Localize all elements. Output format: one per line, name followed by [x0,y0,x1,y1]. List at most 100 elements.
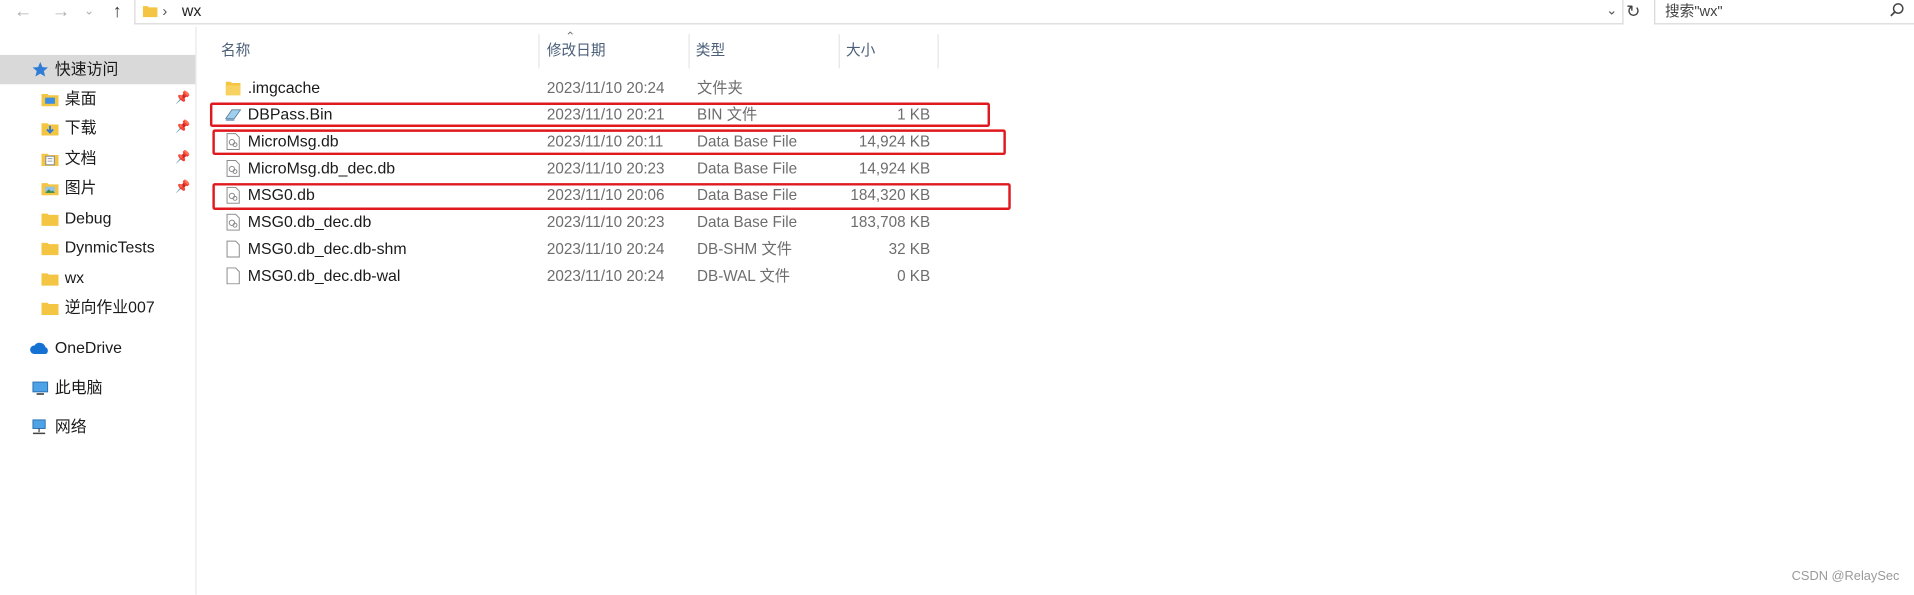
file-type: Data Base File [697,213,798,231]
file-date: 2023/11/10 20:23 [546,159,665,178]
sidebar-item-label: wx [64,268,85,287]
pictures-folder-icon [41,183,59,196]
network-icon [32,419,46,435]
sidebar-item-documents[interactable]: 文档 📌 [0,144,195,173]
file-row-imgcache[interactable]: .imgcache 2023/11/10 20:24 文件夹 [210,74,991,101]
sidebar-item-label: 文档 [64,148,97,168]
file-size: 14,924 KB [858,159,931,178]
desktop-folder-icon [41,93,59,107]
column-divider[interactable] [688,34,690,69]
file-name: MSG0.db_dec.db-wal [247,266,401,285]
sidebar-item-desktop[interactable]: 桌面 📌 [0,84,195,113]
file-date: 2023/11/10 20:06 [546,186,665,204]
documents-folder-icon [41,153,59,167]
sidebar-item-pictures[interactable]: 图片 📌 [0,173,195,202]
file-type: DB-SHM 文件 [697,240,792,258]
breadcrumb-wx[interactable]: wx [182,0,201,22]
file-row-dbpass-bin[interactable]: DBPass.Bin 2023/11/10 20:21 BIN 文件 1 KB [210,101,991,128]
file-size: 32 KB [888,240,931,258]
file-name: .imgcache [247,78,321,97]
watermark: CSDN @RelaySec [1791,568,1900,584]
file-date: 2023/11/10 20:21 [546,106,665,124]
pin-icon[interactable]: 📌 [175,114,190,143]
column-divider[interactable] [838,34,840,69]
file-name: MSG0.db_dec.db [247,212,372,231]
file-row-msg0-dec-db[interactable]: MSG0.db_dec.db 2023/11/10 20:23 Data Bas… [210,209,991,236]
column-header-row: ⌃ 名称 修改日期 类型 大小 [195,27,952,73]
chevron-down-icon[interactable]: ⌄ [1606,2,1617,19]
forward-button[interactable]: → [49,0,73,24]
folder-icon [41,273,59,286]
file-name: MicroMsg.db_dec.db [247,158,396,178]
file-date: 2023/11/10 20:24 [546,267,665,285]
sidebar-item-downloads[interactable]: 下载 📌 [0,114,195,143]
search-icon[interactable] [1890,2,1905,17]
column-divider[interactable] [538,34,540,69]
back-button[interactable]: ← [11,0,35,24]
file-name: DBPass.Bin [247,104,333,124]
db-file-icon [226,186,240,204]
sidebar-item-dynmictests[interactable]: DynmicTests [0,233,195,262]
search-input[interactable] [1665,1,1873,21]
folder-icon [41,242,59,256]
folder-icon [41,213,59,226]
sidebar-item-label: 桌面 [64,89,97,108]
file-size: 183,708 KB [850,213,931,231]
file-date: 2023/11/10 20:24 [546,79,665,97]
file-size: 14,924 KB [858,133,931,151]
file-name: MSG0.db [247,185,315,204]
recent-locations-dropdown[interactable]: ⌄ [81,0,98,24]
file-row-micromsg-db[interactable]: MicroMsg.db 2023/11/10 20:11 Data Base F… [210,128,991,155]
file-row-msg0-dec-wal[interactable]: MSG0.db_dec.db-wal 2023/11/10 20:24 DB-W… [210,262,991,289]
sidebar-item-onedrive[interactable]: OneDrive [0,333,195,362]
search-box[interactable] [1654,0,1914,25]
folder-icon [225,81,241,96]
file-date: 2023/11/10 20:24 [546,240,665,258]
up-button[interactable]: ↑ [105,0,129,24]
pin-icon[interactable]: 📌 [175,173,190,202]
column-header-date[interactable]: 修改日期 [547,40,606,60]
pin-icon[interactable]: 📌 [175,144,190,173]
column-header-size[interactable]: 大小 [846,40,875,60]
file-date: 2023/11/10 20:11 [546,133,664,151]
db-file-icon [226,213,240,231]
column-header-type[interactable]: 类型 [696,40,725,60]
file-row-micromsg-dec-db[interactable]: MicroMsg.db_dec.db 2023/11/10 20:23 Data… [210,155,991,182]
file-name: MicroMsg.db [247,131,339,151]
sidebar-item-reverse-homework[interactable]: 逆向作业007 [0,293,195,322]
sidebar-item-this-pc[interactable]: 此电脑 [0,374,195,403]
pin-icon[interactable]: 📌 [175,84,190,113]
computer-icon [32,381,49,395]
sidebar-item-debug[interactable]: Debug [0,204,195,233]
file-type: Data Base File [697,133,798,151]
star-icon [32,62,48,77]
address-bar[interactable]: › wx ⌄ [134,0,1624,25]
sidebar-item-label: 网络 [54,417,87,436]
file-date: 2023/11/10 20:23 [546,213,665,231]
column-divider[interactable] [937,34,939,69]
file-size: 0 KB [897,267,931,285]
file-row-msg0-dec-shm[interactable]: MSG0.db_dec.db-shm 2023/11/10 20:24 DB-S… [210,236,991,263]
sidebar-item-label: 此电脑 [54,378,103,397]
blank-file-icon [226,267,240,285]
file-row-msg0-db[interactable]: MSG0.db 2023/11/10 20:06 Data Base File … [210,182,991,209]
folder-icon [41,302,59,315]
sidebar-item-label: OneDrive [54,338,122,357]
sidebar-item-label: 快速访问 [54,59,119,79]
sidebar-item-label: DynmicTests [64,238,155,257]
file-size: 184,320 KB [850,186,931,204]
db-file-icon [226,133,240,151]
address-toolbar: ← → ⌄ ↑ › wx ⌄ ↻ [0,0,1914,27]
refresh-button[interactable]: ↻ [1621,0,1645,23]
file-type: 文件夹 [697,79,743,97]
file-size: 1 KB [897,106,931,124]
db-file-icon [226,160,240,177]
sidebar-item-label: 下载 [64,118,97,137]
sidebar-item-label: 逆向作业007 [64,297,155,317]
sidebar-item-wx[interactable]: wx [0,264,195,293]
file-type: BIN 文件 [697,106,758,124]
sidebar-item-label: 图片 [64,178,97,197]
sidebar-item-network[interactable]: 网络 [0,413,195,442]
column-header-name[interactable]: 名称 [221,40,250,60]
sidebar-item-quick-access[interactable]: 快速访问 [0,54,196,85]
